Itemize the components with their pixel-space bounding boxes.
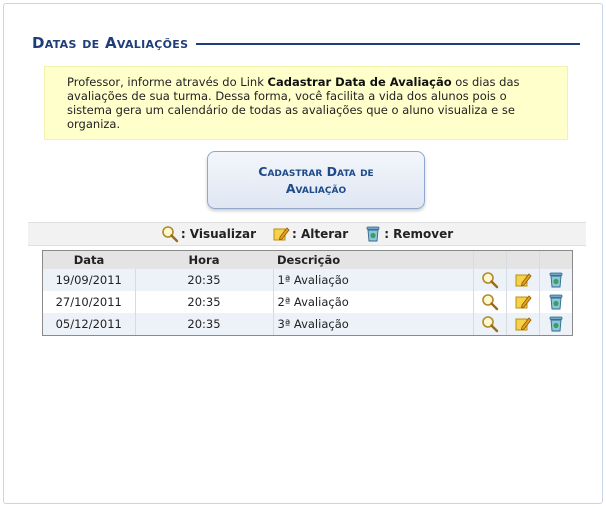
button-label-line2: Avaliação [285, 181, 347, 196]
register-evaluation-date-button[interactable]: Cadastrar Data de Avaliação [207, 151, 425, 209]
cell-date: 05/12/2011 [43, 313, 136, 335]
magnifier-icon[interactable] [481, 271, 499, 289]
cell-description: 1ª Avaliação [273, 269, 473, 291]
recycle-bin-icon[interactable] [547, 315, 565, 333]
legend-remove: : Remover [364, 225, 453, 243]
button-label-line1: Cadastrar Data de [258, 164, 374, 179]
cell-description: 3ª Avaliação [273, 313, 473, 335]
cell-view [472, 313, 506, 335]
header-action-view [472, 251, 506, 269]
evaluations-table: Data Hora Descrição 19/09/2011 20:35 1ª … [42, 250, 573, 336]
info-link-text: Cadastrar Data de Avaliação [267, 75, 452, 89]
recycle-bin-icon[interactable] [547, 293, 565, 311]
recycle-bin-icon[interactable] [547, 271, 565, 289]
info-text-before: Professor, informe através do Link [67, 75, 268, 89]
pencil-note-icon[interactable] [514, 293, 532, 311]
magnifier-icon[interactable] [481, 315, 499, 333]
pencil-note-icon[interactable] [514, 271, 532, 289]
recycle-bin-icon [366, 226, 380, 242]
page-header: Datas de Avaliações [32, 32, 580, 54]
cell-edit [505, 269, 539, 291]
header-date: Data [43, 251, 135, 269]
page-title: Datas de Avaliações [32, 34, 189, 52]
legend-edit-label: : Alterar [292, 227, 349, 241]
legend-edit: : Alterar [272, 225, 348, 243]
content-panel: Datas de Avaliações Professor, informe a… [3, 3, 603, 504]
header-description: Descrição [273, 251, 473, 269]
cell-description: 2ª Avaliação [273, 291, 473, 313]
header-time: Hora [135, 251, 273, 269]
header-action-edit [505, 251, 539, 269]
legend-view-label: : Visualizar [180, 227, 256, 241]
cell-view [472, 269, 506, 291]
table-row: 19/09/2011 20:35 1ª Avaliação [43, 269, 572, 291]
magnifier-icon[interactable] [481, 293, 499, 311]
legend-view: : Visualizar [161, 225, 256, 243]
pencil-note-icon [273, 227, 290, 241]
cell-date: 27/10/2011 [43, 291, 136, 313]
cell-time: 20:35 [135, 291, 274, 313]
pencil-note-icon[interactable] [514, 315, 532, 333]
cell-edit [505, 291, 539, 313]
info-box: Professor, informe através do Link Cadas… [44, 66, 568, 140]
cell-remove [538, 269, 572, 291]
magnifier-icon [162, 226, 179, 243]
action-legend: : Visualizar : Alterar : Remover [28, 222, 586, 246]
table-header-row: Data Hora Descrição [43, 251, 572, 269]
table-row: 05/12/2011 20:35 3ª Avaliação [43, 313, 572, 335]
header-action-remove [538, 251, 572, 269]
cell-time: 20:35 [135, 313, 274, 335]
cell-date: 19/09/2011 [43, 269, 136, 291]
cell-view [472, 291, 506, 313]
cell-edit [505, 313, 539, 335]
table-row: 27/10/2011 20:35 2ª Avaliação [43, 291, 572, 313]
cell-remove [538, 291, 572, 313]
cell-remove [538, 313, 572, 335]
cell-time: 20:35 [135, 269, 274, 291]
legend-remove-label: : Remover [384, 227, 454, 241]
title-rule [196, 43, 580, 45]
